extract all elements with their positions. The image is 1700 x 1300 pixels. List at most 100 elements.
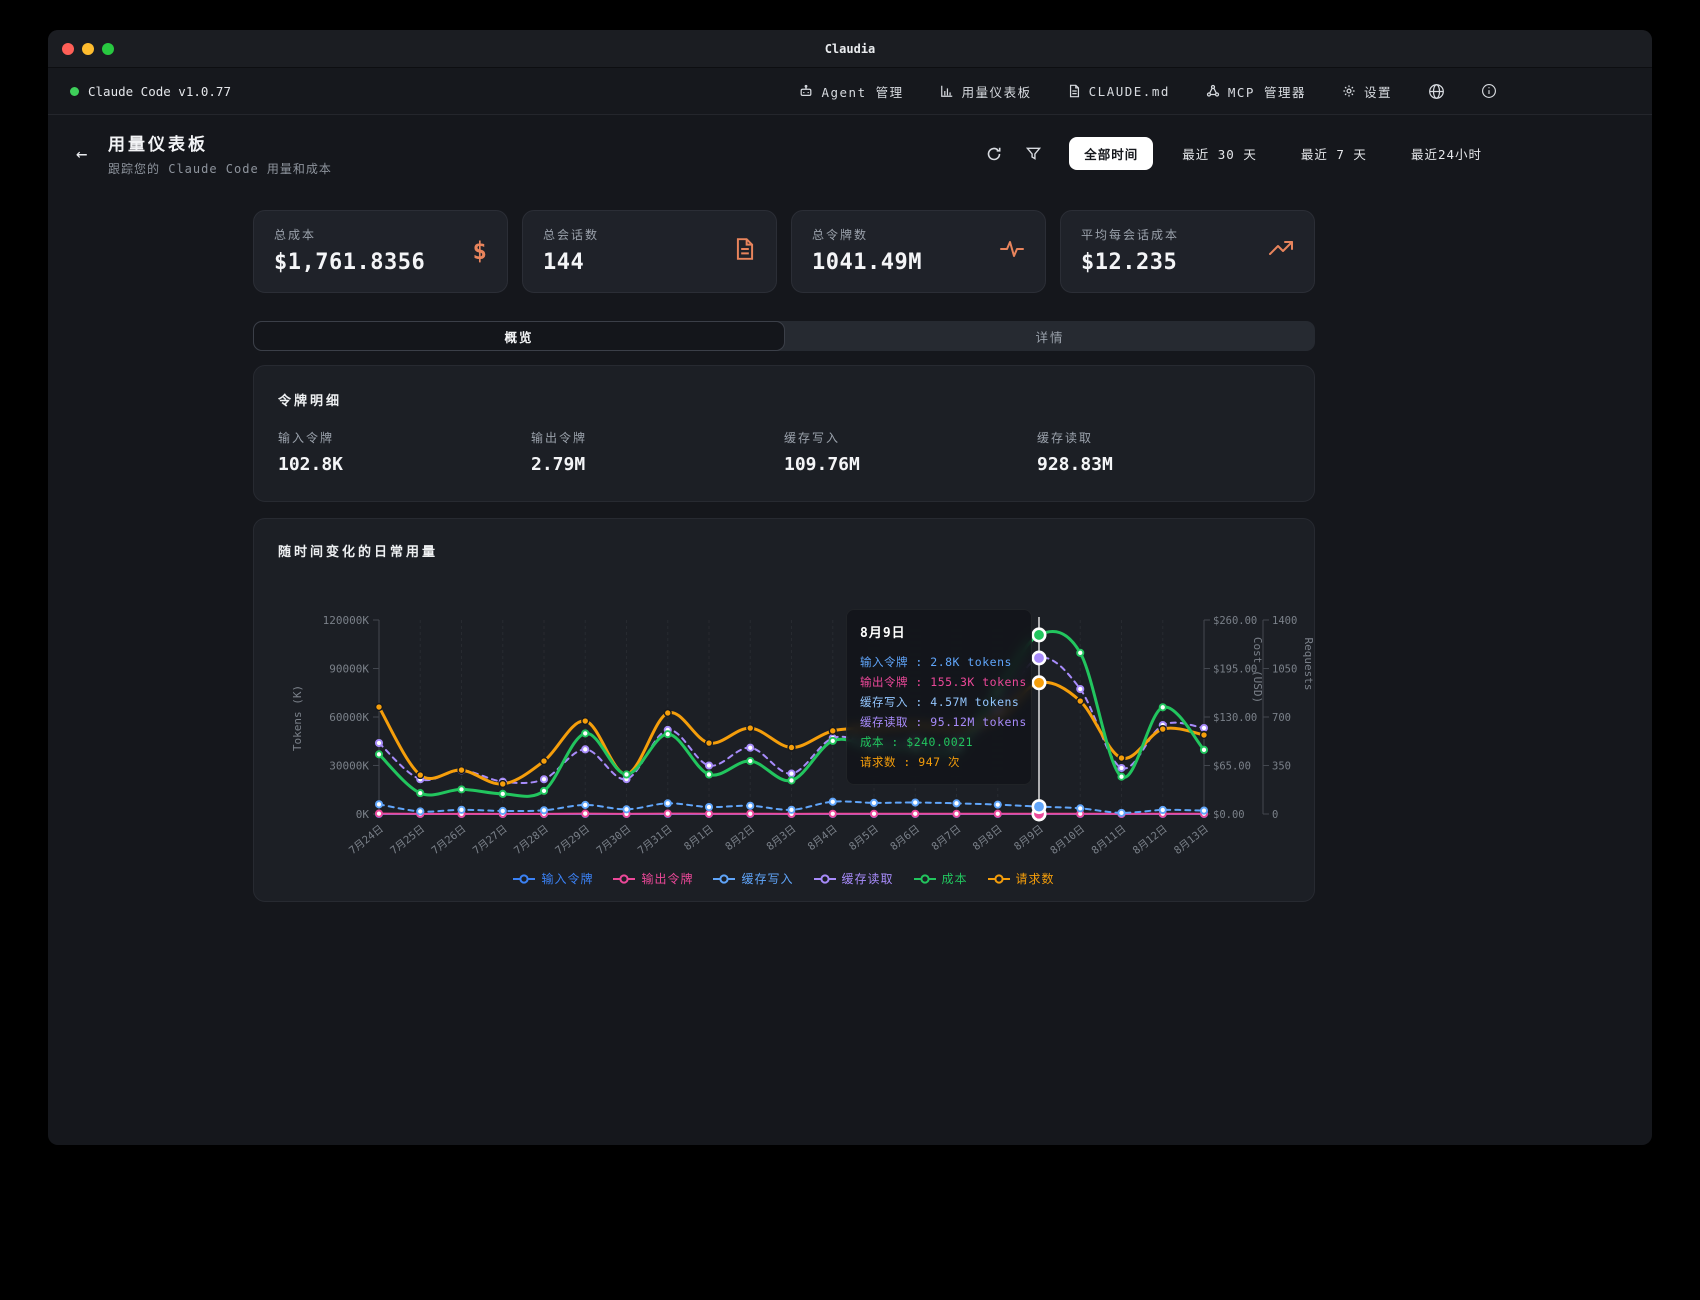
svg-text:60000K: 60000K	[329, 711, 369, 724]
tooltip-row: 输入令牌 : 2.8K tokens	[860, 652, 1018, 672]
chart-title: 随时间变化的日常用量	[254, 541, 1314, 560]
app-version: Claude Code v1.0.77	[70, 84, 231, 99]
token-breakdown-grid: 输入令牌102.8K输出令牌2.79M缓存写入109.76M缓存读取928.83…	[278, 429, 1290, 475]
svg-text:8月12日: 8月12日	[1131, 823, 1170, 857]
breakdown-item: 输入令牌102.8K	[278, 429, 531, 475]
nav-item-network[interactable]: MCP 管理器	[1206, 82, 1306, 101]
legend-item[interactable]: 输入令牌	[513, 870, 593, 887]
info-icon	[1481, 83, 1497, 99]
tab-bar: 概览 详情	[253, 321, 1315, 351]
nav-item-document[interactable]: CLAUDE.md	[1068, 84, 1170, 99]
svg-text:8月6日: 8月6日	[888, 823, 922, 853]
tooltip-row: 输出令牌 : 155.3K tokens	[860, 672, 1018, 692]
stat-label: 总会话数	[543, 226, 599, 243]
activity-icon	[999, 238, 1025, 264]
version-label: Claude Code v1.0.77	[88, 84, 231, 99]
chart-canvas[interactable]: 120000K90000K60000K30000K0K$260.00$195.0…	[254, 568, 1316, 864]
language-button[interactable]	[1428, 83, 1445, 100]
trending-up-icon	[1268, 239, 1294, 263]
time-filter-0[interactable]: 全部时间	[1069, 137, 1153, 170]
breakdown-item: 输出令牌 2.79M	[531, 429, 784, 475]
svg-text:$260.00: $260.00	[1213, 615, 1257, 627]
svg-text:8月13日: 8月13日	[1172, 823, 1211, 857]
time-filter-2[interactable]: 最近 7 天	[1286, 137, 1382, 170]
legend-item[interactable]: 成本	[914, 870, 968, 887]
stat-card-3: 平均每会话成本 $12.235	[1060, 210, 1315, 293]
breakdown-label: 输出令牌	[531, 429, 784, 446]
close-window-button[interactable]	[62, 43, 74, 55]
globe-icon	[1428, 83, 1445, 100]
daily-usage-chart[interactable]: 120000K90000K60000K30000K0K$260.00$195.0…	[254, 568, 1314, 864]
legend-marker-icon	[613, 874, 635, 884]
legend-item[interactable]: 缓存读取	[814, 870, 894, 887]
breakdown-value: 109.76M	[784, 454, 1037, 475]
svg-text:$195.00: $195.00	[1213, 664, 1257, 676]
legend-marker-icon	[513, 874, 535, 884]
svg-text:8月10日: 8月10日	[1048, 823, 1087, 857]
svg-text:1050: 1050	[1272, 664, 1297, 676]
legend-item[interactable]: 输出令牌	[613, 870, 693, 887]
svg-text:$130.00: $130.00	[1213, 712, 1257, 724]
top-nav: Agent 管理 用量仪表板 CLAUDE.md MCP 管理器 设置	[799, 82, 1497, 101]
token-breakdown-panel: 令牌明细 输入令牌102.8K输出令牌2.79M缓存写入109.76M缓存读取9…	[253, 365, 1315, 502]
tab-details[interactable]: 详情	[785, 321, 1315, 351]
window-controls	[62, 43, 114, 55]
breakdown-value: 2.79M	[531, 454, 784, 475]
chart-tooltip: 8月9日 输入令牌 : 2.8K tokens输出令牌 : 155.3K tok…	[846, 609, 1032, 785]
nav-item-bar-chart[interactable]: 用量仪表板	[940, 82, 1032, 101]
chart-legend: 输入令牌 输出令牌 缓存写入 缓存读取 成本 请求数	[254, 870, 1314, 887]
stat-label: 总成本	[274, 226, 425, 243]
nav-item-bot[interactable]: Agent 管理	[799, 82, 903, 101]
tooltip-row: 请求数 : 947 次	[860, 752, 1018, 772]
token-breakdown-title: 令牌明细	[278, 390, 1290, 409]
usage-chart-panel: 随时间变化的日常用量 120000K90000K60000K30000K0K$2…	[253, 518, 1315, 902]
svg-text:8月5日: 8月5日	[847, 823, 881, 853]
legend-item[interactable]: 缓存写入	[713, 870, 793, 887]
svg-text:90000K: 90000K	[329, 663, 369, 676]
tooltip-row: 缓存写入 : 4.57M tokens	[860, 692, 1018, 712]
nav-item-gear[interactable]: 设置	[1342, 82, 1392, 101]
document-icon	[1068, 84, 1081, 98]
svg-text:1400: 1400	[1272, 615, 1297, 627]
file-text-icon	[734, 237, 756, 265]
breakdown-item: 缓存写入109.76M	[784, 429, 1037, 475]
breakdown-value: 102.8K	[278, 454, 531, 475]
app-window: Claudia Claude Code v1.0.77 Agent 管理 用量仪表…	[48, 30, 1652, 1145]
svg-text:7月24日: 7月24日	[347, 823, 386, 857]
legend-marker-icon	[914, 874, 936, 884]
svg-text:7月27日: 7月27日	[471, 823, 510, 857]
svg-text:$0.00: $0.00	[1213, 809, 1245, 821]
time-filter-group: 全部时间最近 30 天最近 7 天最近24小时	[1069, 137, 1497, 170]
zoom-window-button[interactable]	[102, 43, 114, 55]
breakdown-label: 缓存读取	[1037, 429, 1290, 446]
tab-overview[interactable]: 概览	[253, 321, 785, 351]
svg-text:7月29日: 7月29日	[553, 823, 592, 857]
svg-text:8月4日: 8月4日	[806, 823, 840, 853]
svg-text:7月26日: 7月26日	[429, 823, 468, 857]
bot-icon	[799, 84, 813, 98]
minimize-window-button[interactable]	[82, 43, 94, 55]
stat-value: 1041.49M	[812, 250, 922, 275]
time-filter-1[interactable]: 最近 30 天	[1167, 137, 1272, 170]
stat-value: $12.235	[1081, 250, 1179, 275]
svg-text:Requests: Requests	[1302, 638, 1315, 691]
time-filter-3[interactable]: 最近24小时	[1396, 137, 1497, 170]
refresh-button[interactable]	[986, 146, 1002, 162]
legend-item[interactable]: 请求数	[988, 870, 1055, 887]
about-button[interactable]	[1481, 83, 1497, 99]
dollar-icon: $	[473, 237, 487, 265]
page-subtitle: 跟踪您的 Claude Code 用量和成本	[108, 160, 332, 177]
back-button[interactable]: ←	[76, 143, 106, 165]
svg-text:7月30日: 7月30日	[594, 823, 633, 857]
stat-card-0: 总成本$1,761.8356$	[253, 210, 508, 293]
stat-label: 平均每会话成本	[1081, 226, 1179, 243]
svg-text:7月25日: 7月25日	[388, 823, 427, 857]
stat-value: 144	[543, 250, 599, 275]
svg-text:0: 0	[1272, 809, 1278, 821]
window-title: Claudia	[825, 42, 876, 56]
svg-text:Tokens (K): Tokens (K)	[291, 685, 304, 751]
svg-text:8月9日: 8月9日	[1012, 823, 1046, 853]
stat-label: 总令牌数	[812, 226, 922, 243]
svg-text:Cost (USD): Cost (USD)	[1251, 637, 1264, 703]
filter-icon[interactable]	[1026, 146, 1041, 161]
